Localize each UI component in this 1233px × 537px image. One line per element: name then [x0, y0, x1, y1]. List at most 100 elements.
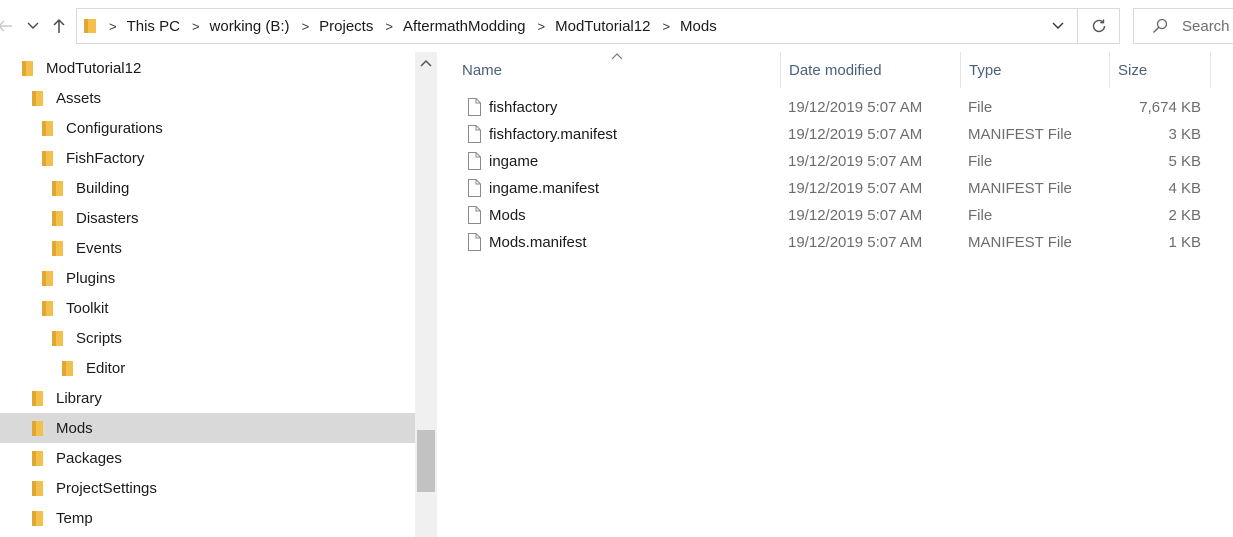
- file-type: File: [968, 153, 993, 170]
- tree-item-label: Mods: [56, 419, 93, 437]
- breadcrumb-modtutorial12[interactable]: ModTutorial12: [555, 18, 650, 35]
- navigation-pane-scrollbar[interactable]: [415, 52, 437, 537]
- folder-icon: [32, 480, 43, 496]
- breadcrumb-projects[interactable]: Projects: [319, 18, 373, 35]
- breadcrumb-separator[interactable]: >: [373, 19, 403, 34]
- column-divider[interactable]: [780, 52, 781, 88]
- tree-item-label: Library: [56, 389, 102, 407]
- column-header-size[interactable]: Size: [1118, 52, 1147, 88]
- tree-item-label: ProjectSettings: [56, 479, 157, 497]
- file-name: fishfactory: [489, 99, 558, 116]
- breadcrumb-this-pc[interactable]: This PC: [127, 18, 180, 35]
- folder-icon: [32, 510, 43, 526]
- address-bar[interactable]: > This PC > working (B:) > Projects > Af…: [76, 8, 1078, 44]
- breadcrumb-separator[interactable]: >: [650, 19, 680, 34]
- breadcrumb-separator[interactable]: >: [180, 19, 210, 34]
- column-header-type-label: Type: [969, 61, 1002, 79]
- file-date-modified: 19/12/2019 5:07 AM: [788, 234, 923, 251]
- tree-item-label: Events: [76, 239, 122, 257]
- tree-item-label: Packages: [56, 449, 122, 467]
- column-divider[interactable]: [1109, 52, 1110, 88]
- recent-locations-button[interactable]: [22, 14, 44, 38]
- folder-icon: [52, 240, 63, 256]
- tree-item[interactable]: Editor: [0, 353, 415, 383]
- folder-icon: [84, 19, 96, 33]
- tree-item-label: Temp: [56, 509, 93, 527]
- tree-item-label: FishFactory: [66, 149, 145, 167]
- folder-icon: [32, 420, 43, 436]
- column-header-name[interactable]: Name: [462, 52, 502, 88]
- file-date-modified: 19/12/2019 5:07 AM: [788, 99, 923, 116]
- tree-item[interactable]: Packages: [0, 443, 415, 473]
- file-icon: [468, 152, 481, 170]
- file-row[interactable]: Mods 19/12/2019 5:07 AM File 2 KB: [437, 202, 1233, 229]
- column-header-type[interactable]: Type: [969, 52, 1002, 88]
- tree-item[interactable]: Disasters: [0, 203, 415, 233]
- file-icon: [468, 125, 481, 143]
- scrollbar-thumb[interactable]: [417, 430, 435, 492]
- column-header-date-label: Date modified: [789, 61, 882, 79]
- file-row[interactable]: Mods.manifest 19/12/2019 5:07 AM MANIFEST …: [437, 229, 1233, 256]
- file-type: MANIFEST File: [968, 234, 1072, 251]
- folder-icon: [62, 360, 73, 376]
- tree-item[interactable]: Configurations: [0, 113, 415, 143]
- tree-item-label: Building: [76, 179, 130, 197]
- file-row[interactable]: ingame.manifest 19/12/2019 5:07 AM MANIFES…: [437, 175, 1233, 202]
- tree-item[interactable]: Mods: [0, 413, 415, 443]
- file-icon: [468, 206, 481, 224]
- search-box[interactable]: Search: [1133, 8, 1233, 44]
- folder-icon: [32, 390, 43, 406]
- file-type: MANIFEST File: [968, 180, 1072, 197]
- tree-item[interactable]: Toolkit: [0, 293, 415, 323]
- file-name: Mods: [489, 207, 526, 224]
- file-list-pane: Name Date modified Type Size fishfactory…: [437, 52, 1233, 537]
- tree-item[interactable]: Scripts: [0, 323, 415, 353]
- tree-item[interactable]: Plugins: [0, 263, 415, 293]
- file-date-modified: 19/12/2019 5:07 AM: [788, 153, 923, 170]
- file-icon: [468, 98, 481, 116]
- breadcrumb-mods[interactable]: Mods: [680, 18, 717, 35]
- tree-item[interactable]: ModTutorial12: [0, 53, 415, 83]
- scroll-up-arrow-icon[interactable]: [420, 59, 432, 67]
- folder-icon: [32, 90, 43, 106]
- file-name: fishfactory.manifest: [489, 126, 618, 143]
- refresh-icon: [1092, 19, 1105, 33]
- search-placeholder[interactable]: Search: [1182, 18, 1230, 35]
- breadcrumb-separator[interactable]: >: [97, 19, 127, 34]
- navigation-bar: > This PC > working (B:) > Projects > Af…: [0, 0, 1233, 52]
- tree-item[interactable]: ProjectSettings: [0, 473, 415, 503]
- back-button[interactable]: [0, 14, 16, 38]
- breadcrumb-separator[interactable]: >: [526, 19, 556, 34]
- file-row[interactable]: ingame 19/12/2019 5:07 AM File 5 KB: [437, 148, 1233, 175]
- file-size: 4 KB: [1168, 180, 1201, 197]
- tree-item-label: Configurations: [66, 119, 163, 137]
- address-history-dropdown-icon[interactable]: [1051, 19, 1065, 33]
- navigation-pane: ModTutorial12 Assets Configurations FishFac…: [0, 52, 437, 537]
- tree-item[interactable]: Assets: [0, 83, 415, 113]
- breadcrumb-aftermathmodding[interactable]: AftermathModding: [403, 18, 526, 35]
- file-date-modified: 19/12/2019 5:07 AM: [788, 207, 923, 224]
- tree-item[interactable]: Library: [0, 383, 415, 413]
- tree-item[interactable]: Temp: [0, 503, 415, 533]
- folder-icon: [42, 150, 53, 166]
- tree-item[interactable]: Events: [0, 233, 415, 263]
- file-row[interactable]: fishfactory.manifest 19/12/2019 5:07 AM MA…: [437, 121, 1233, 148]
- column-header-size-label: Size: [1118, 61, 1148, 79]
- up-button[interactable]: [48, 14, 70, 38]
- breadcrumb-working-drive[interactable]: working (B:): [210, 18, 290, 35]
- tree-item-label: Disasters: [76, 209, 139, 227]
- tree-item[interactable]: FishFactory: [0, 143, 415, 173]
- tree-item-label: Assets: [56, 89, 102, 107]
- file-type: File: [968, 207, 993, 224]
- tree-item[interactable]: Building: [0, 173, 415, 203]
- breadcrumb-separator[interactable]: >: [290, 19, 320, 34]
- column-divider[interactable]: [1210, 52, 1211, 88]
- folder-icon: [52, 180, 63, 196]
- column-divider[interactable]: [960, 52, 961, 88]
- folder-icon: [52, 330, 63, 346]
- file-row[interactable]: fishfactory 19/12/2019 5:07 AM File 7,674 K…: [437, 94, 1233, 121]
- sort-ascending-icon: [611, 53, 623, 60]
- refresh-button[interactable]: [1078, 8, 1120, 44]
- column-header-date-modified[interactable]: Date modified: [789, 52, 882, 88]
- folder-icon: [32, 450, 43, 466]
